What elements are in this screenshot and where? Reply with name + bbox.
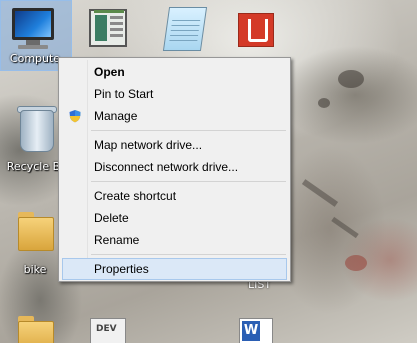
- wallpaper-shard: [331, 216, 359, 239]
- wallpaper-splat: [318, 98, 330, 108]
- wallpaper-splat: [345, 255, 367, 271]
- menu-separator: [91, 130, 286, 131]
- menu-separator: [91, 181, 286, 182]
- menu-separator: [91, 254, 286, 255]
- menu-item-manage-label: Manage: [94, 109, 138, 123]
- wallpaper-shard: [301, 179, 339, 207]
- app-shortcut-icon[interactable]: [89, 9, 127, 47]
- computer-icon: [12, 8, 54, 40]
- menu-item-create-shortcut[interactable]: Create shortcut: [61, 185, 288, 207]
- menu-item-pin-to-start[interactable]: Pin to Start: [61, 83, 288, 105]
- menu-item-manage[interactable]: Manage: [61, 105, 288, 127]
- wallpaper-splat: [338, 70, 364, 88]
- menu-item-delete[interactable]: Delete: [61, 207, 288, 229]
- notepad-icon[interactable]: [162, 7, 208, 51]
- recycle-bin-icon: [20, 110, 54, 152]
- context-menu: Open Pin to Start Manage Map network dri…: [58, 57, 291, 282]
- menu-item-properties[interactable]: Properties: [62, 258, 287, 280]
- text-document-icon[interactable]: DEV: [90, 318, 126, 343]
- menu-item-rename[interactable]: Rename: [61, 229, 288, 251]
- word-letter: W: [242, 321, 260, 341]
- folder-icon[interactable]: [18, 321, 54, 343]
- pdf-document-icon[interactable]: [238, 13, 274, 47]
- menu-item-disconnect-network-drive[interactable]: Disconnect network drive...: [61, 156, 288, 178]
- doc-icon-text: DEV: [96, 324, 117, 334]
- uac-shield-icon: [69, 110, 81, 123]
- word-document-icon[interactable]: W: [239, 318, 273, 343]
- folder-icon: [18, 217, 54, 251]
- menu-item-open[interactable]: Open: [61, 61, 288, 83]
- menu-item-map-network-drive[interactable]: Map network drive...: [61, 134, 288, 156]
- monitor-base: [18, 45, 48, 49]
